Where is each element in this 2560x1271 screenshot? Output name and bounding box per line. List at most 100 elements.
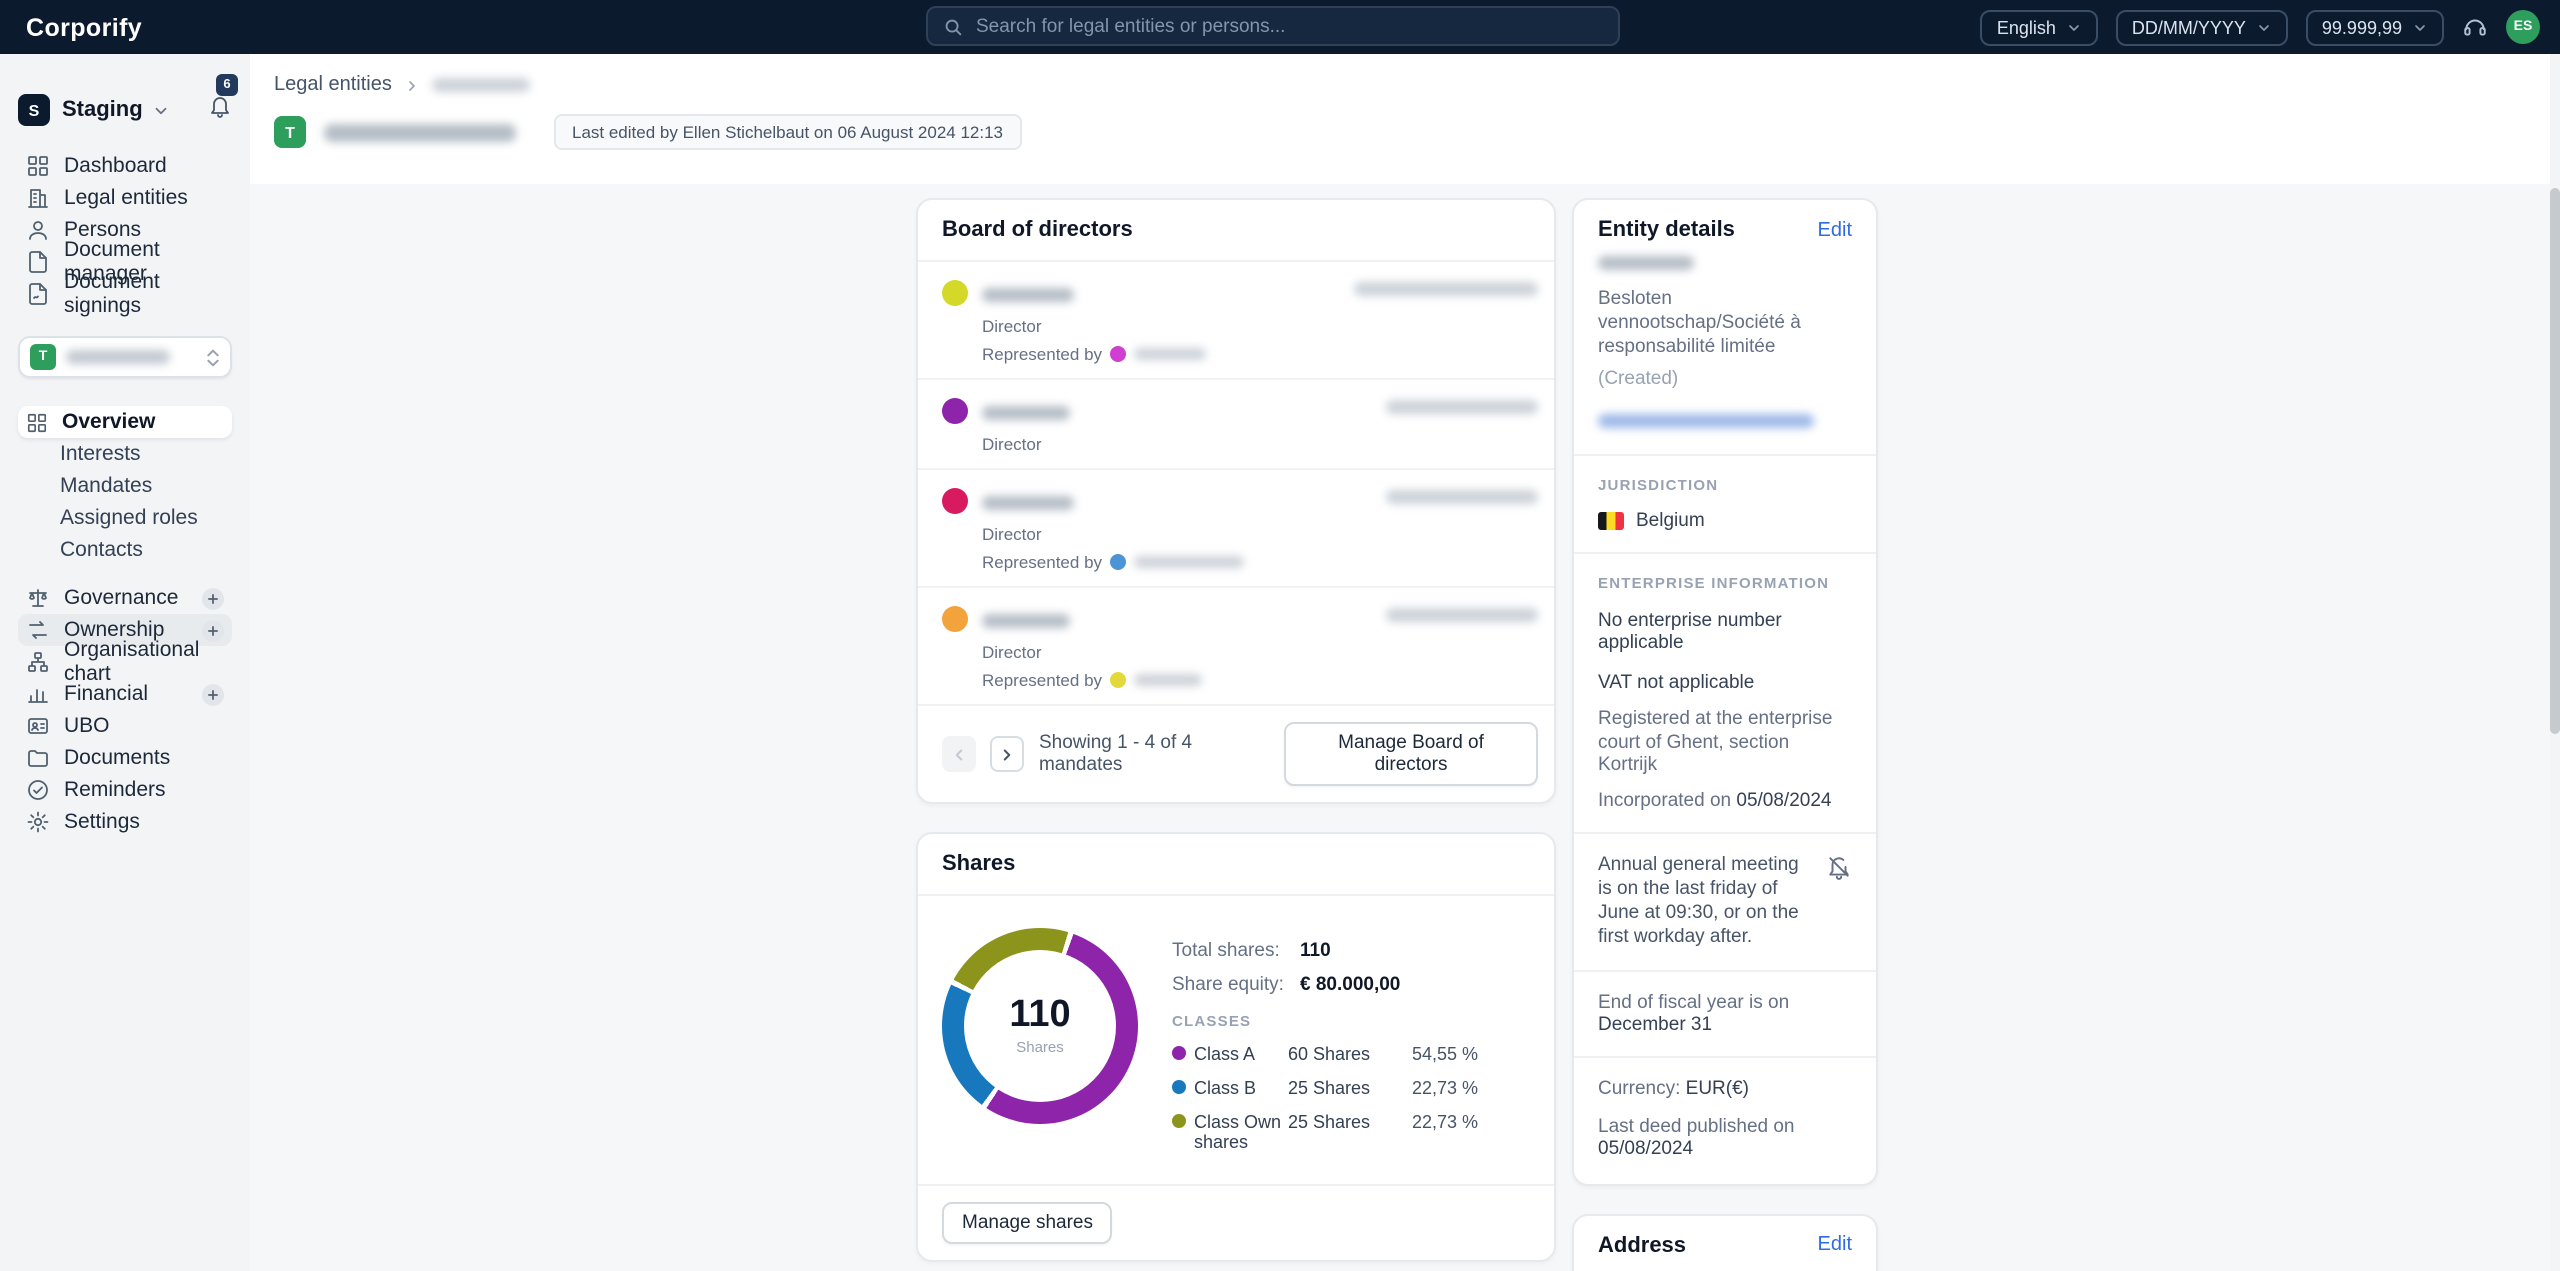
sidebar-item-label: Governance — [64, 586, 179, 610]
sidebar-item-mandates[interactable]: Mandates — [18, 470, 232, 502]
add-governance-button[interactable] — [202, 587, 224, 609]
bell-off-icon[interactable] — [1826, 855, 1852, 881]
sidebar-item-ubo[interactable]: UBO — [18, 710, 232, 742]
search-icon — [945, 18, 962, 35]
mandate-row[interactable]: Director Represented by — [918, 588, 1554, 706]
redacted-entity-name — [66, 350, 170, 364]
sidebar-item-legal-entities[interactable]: Legal entities — [18, 182, 232, 214]
entity-nav: Overview Interests Mandates Assigned rol… — [18, 406, 232, 566]
sidebar-item-document-signings[interactable]: Document signings — [18, 270, 232, 318]
sidebar-item-assigned-roles[interactable]: Assigned roles — [18, 502, 232, 534]
pagination-next-button[interactable] — [990, 736, 1025, 772]
breadcrumb: Legal entities — [274, 74, 2560, 96]
mandate-row[interactable]: Director Represented by — [918, 262, 1554, 380]
right-column: Entity details Edit Besloten vennootscha… — [1572, 198, 1878, 1271]
divider — [1574, 832, 1876, 835]
shares-card: Shares 110 Shares Total shares: 110 Shar… — [916, 832, 1556, 1262]
workspace-name: Staging — [62, 98, 143, 122]
class-name: Class Own shares — [1194, 1112, 1282, 1152]
user-avatar[interactable]: ES — [2506, 10, 2540, 44]
page-header: Legal entities T Last edited by Ellen St… — [250, 54, 2560, 184]
scrollbar-thumb[interactable] — [2550, 188, 2560, 734]
plus-icon — [208, 625, 218, 635]
manage-board-button[interactable]: Manage Board of directors — [1284, 722, 1538, 786]
redacted-director-name — [982, 288, 1074, 302]
bar-chart-icon — [28, 689, 48, 703]
sidebar-item-financial[interactable]: Financial — [18, 678, 232, 710]
card-title: Shares — [942, 852, 1016, 876]
sidebar-item-label: Financial — [64, 682, 149, 706]
class-percent: 54,55 % — [1412, 1044, 1479, 1064]
sidebar-item-settings[interactable]: Settings — [18, 806, 232, 838]
page-scrollbar[interactable] — [2550, 54, 2560, 1271]
redacted-website-link[interactable] — [1598, 413, 1814, 428]
sidebar-item-reminders[interactable]: Reminders — [18, 774, 232, 806]
fiscal-year-label: End of fiscal year is on — [1598, 991, 1790, 1014]
sidebar-item-documents[interactable]: Documents — [18, 742, 232, 774]
pagination-prev-button[interactable] — [942, 736, 977, 772]
mandate-row[interactable]: Director — [918, 380, 1554, 470]
sidebar-item-label: Settings — [64, 810, 140, 834]
total-shares-value: 110 — [1009, 994, 1071, 1036]
check-circle-icon — [28, 780, 48, 800]
headset-icon — [2464, 19, 2486, 36]
mandate-row[interactable]: Director Represented by — [918, 470, 1554, 588]
enterprise-information-label: ENTERPRISE INFORMATION — [1598, 573, 1830, 592]
breadcrumb-legal-entities[interactable]: Legal entities — [274, 74, 392, 96]
representative-avatar — [1110, 554, 1127, 570]
redacted-entity-title — [324, 123, 516, 141]
add-financial-button[interactable] — [202, 683, 224, 705]
global-search[interactable] — [926, 6, 1620, 46]
share-class-row: Class Own shares 25 Shares 22,73 % — [1172, 1112, 1530, 1152]
vat-status: VAT not applicable — [1598, 671, 1755, 694]
sidebar-item-contacts[interactable]: Contacts — [18, 534, 232, 566]
entity-selector[interactable]: T — [18, 336, 232, 378]
card-title: Entity details — [1598, 218, 1735, 242]
divider — [1574, 1055, 1876, 1058]
mandate-role: Director — [982, 434, 1042, 454]
sidebar-item-governance[interactable]: Governance — [18, 582, 232, 614]
building-icon — [28, 189, 48, 208]
share-equity-label: Share equity: — [1172, 974, 1284, 996]
classes-label: CLASSES — [1172, 1012, 1252, 1030]
edit-entity-details-link[interactable]: Edit — [1818, 219, 1852, 241]
manage-shares-button[interactable]: Manage shares — [942, 1202, 1113, 1244]
sidebar-item-label: Legal entities — [64, 186, 188, 210]
search-input[interactable] — [976, 15, 1604, 37]
plus-icon — [208, 689, 218, 699]
entity-avatar: T — [274, 116, 306, 148]
scales-icon — [29, 589, 47, 607]
workspace-switcher[interactable]: S Staging 6 — [18, 74, 238, 130]
number-format-select[interactable]: 99.999,99 — [2305, 9, 2444, 45]
support-button[interactable] — [2462, 14, 2488, 40]
sidebar-item-organisational-chart[interactable]: Organisational chart — [18, 638, 232, 686]
language-select[interactable]: English — [1980, 9, 2098, 45]
sidebar-item-interests[interactable]: Interests — [18, 438, 232, 470]
topbar: Corporify English DD/MM/YYYY 99.999,99 E… — [0, 0, 2560, 54]
dashboard-icon — [28, 156, 48, 176]
chevron-right-icon — [1004, 748, 1011, 760]
date-format-select[interactable]: DD/MM/YYYY — [2115, 9, 2288, 45]
edit-address-link[interactable]: Edit — [1818, 1235, 1852, 1257]
sidebar-item-label: Overview — [62, 410, 156, 434]
share-class-row: Class A 60 Shares 54,55 % — [1172, 1044, 1530, 1064]
plus-icon — [208, 593, 218, 603]
director-avatar — [942, 280, 968, 306]
entity-header: T Last edited by Ellen Stichelbaut on 06… — [274, 114, 2560, 150]
incorporated-label: Incorporated on — [1598, 790, 1732, 813]
sidebar-item-label: Reminders — [64, 778, 166, 802]
chevron-down-icon — [2069, 24, 2079, 30]
sidebar-item-overview[interactable]: Overview — [18, 406, 232, 438]
director-avatar — [942, 398, 968, 424]
belgium-flag-icon — [1598, 511, 1624, 530]
class-shares: 25 Shares — [1288, 1112, 1371, 1132]
notifications-button[interactable]: 6 — [208, 74, 238, 128]
legal-form: Besloten vennootschap/Société à responsa… — [1598, 288, 1801, 358]
bell-icon — [211, 97, 229, 118]
ownership-icon — [29, 621, 47, 639]
sidebar-item-dashboard[interactable]: Dashboard — [18, 150, 232, 182]
app-logo[interactable]: Corporify — [26, 13, 142, 41]
agm-text: Annual general meeting is on the last fr… — [1598, 854, 1799, 948]
redacted-mandate-dates — [1354, 282, 1538, 296]
topbar-controls: English DD/MM/YYYY 99.999,99 ES — [1980, 0, 2540, 54]
